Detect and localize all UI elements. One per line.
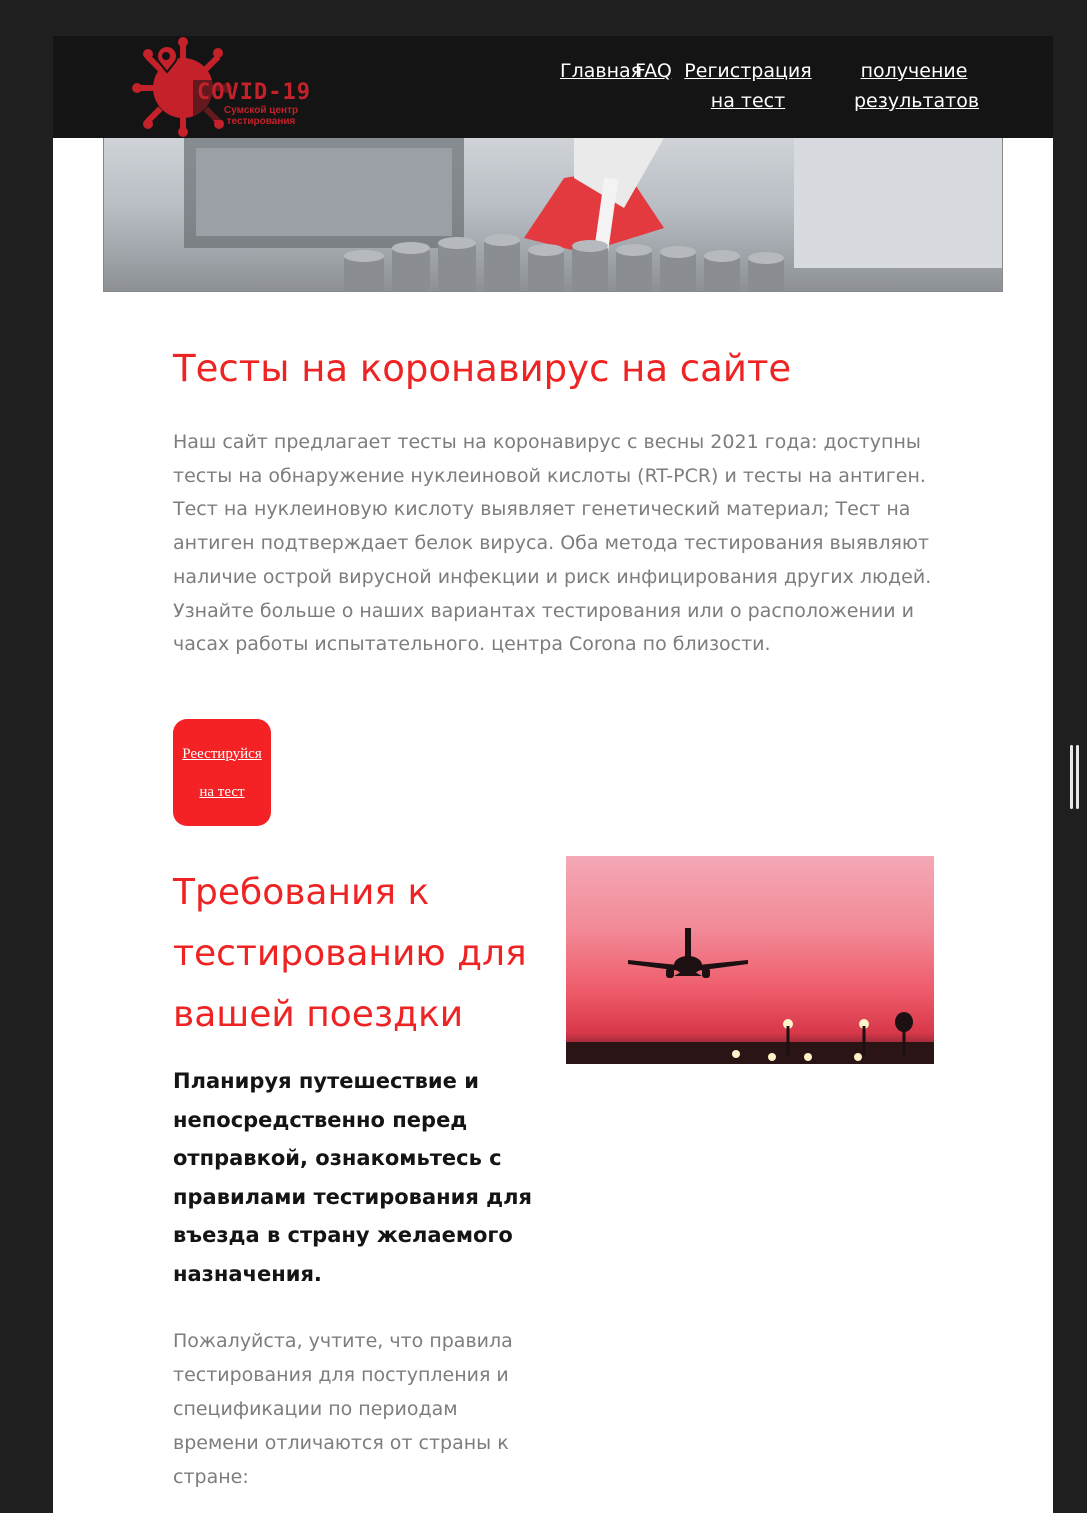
nav-faq-link[interactable]: FAQ — [635, 56, 672, 86]
page: COVID-19 Сумской центр тестирования Глав… — [53, 36, 1053, 1513]
scrollbar-thumb-right[interactable] — [1076, 745, 1079, 809]
browser-scrollbar[interactable] — [1070, 745, 1079, 809]
logo-subtitle-line2: тестирования — [226, 116, 296, 127]
travel-lead: Планируя путешествие и непосредственно п… — [173, 1069, 532, 1286]
covid-logo[interactable]: COVID-19 Сумской центр тестирования — [131, 36, 331, 138]
register-test-button-label: Реестируйся на тест — [182, 745, 262, 800]
logo-title: COVID-19 — [197, 80, 311, 105]
page-title: Тесты на коронавирус на сайте — [173, 347, 792, 390]
intro-paragraph: Наш сайт предлагает тесты на коронавирус… — [173, 431, 932, 656]
nav-registration-link[interactable]: Регистрация на тест — [675, 56, 821, 116]
hero-lab-image — [103, 138, 1003, 292]
logo-subtitle-line1: Сумской центр — [223, 105, 299, 116]
register-test-button[interactable]: Реестируйся на тест — [173, 719, 271, 826]
nav-home-link[interactable]: Главная — [560, 56, 642, 86]
site-header: COVID-19 Сумской центр тестирования Глав… — [53, 36, 1053, 138]
airplane-sunset-image — [566, 856, 934, 1064]
scrollbar-thumb-left[interactable] — [1070, 745, 1073, 809]
lab-test-tubes-icon — [184, 138, 1002, 291]
travel-note: Пожалуйста, учтите, что правила тестиров… — [173, 1330, 513, 1488]
nav-results-link[interactable]: получение результатов — [854, 56, 979, 116]
airplane-icon — [566, 928, 934, 1064]
travel-heading: Требования к тестированию для вашей поез… — [173, 872, 527, 1035]
